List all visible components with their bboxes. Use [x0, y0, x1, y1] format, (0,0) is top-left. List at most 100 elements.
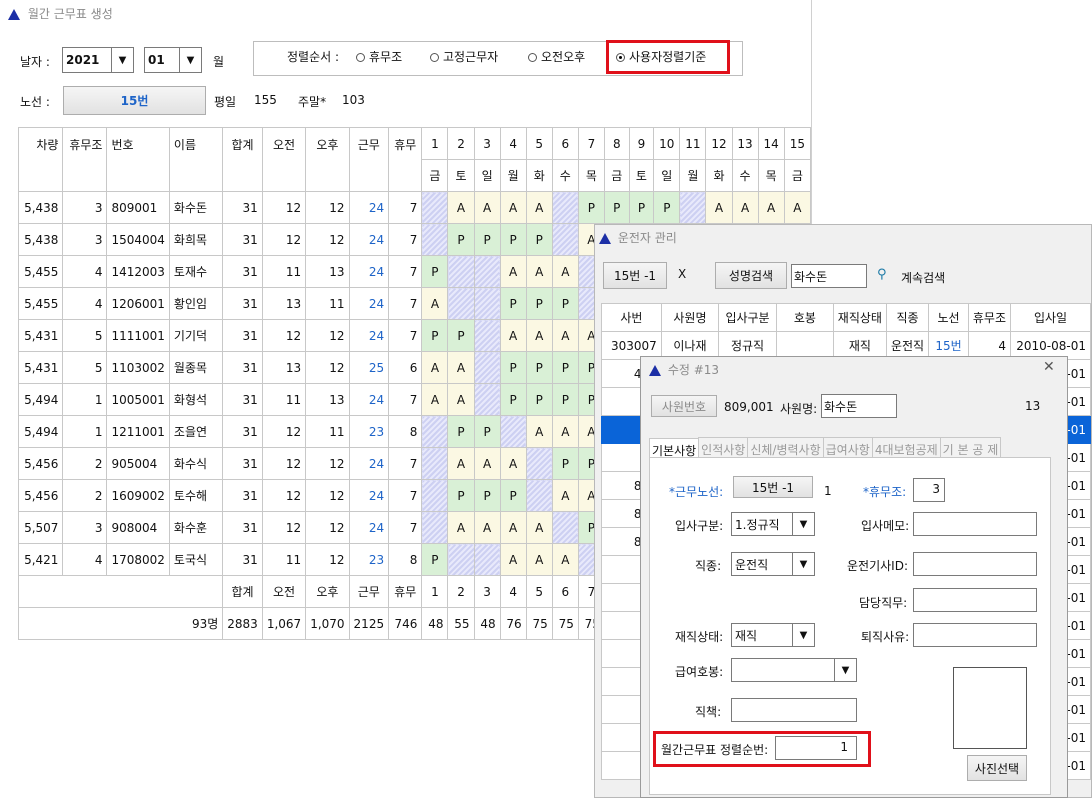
day-am-cell[interactable]: A — [473, 447, 501, 480]
day-pm-cell[interactable]: P — [628, 191, 655, 224]
day-off-cell[interactable] — [499, 415, 527, 448]
day-pm-cell[interactable]: P — [421, 543, 449, 576]
day-off-cell[interactable] — [421, 415, 449, 448]
day-am-cell[interactable]: A — [473, 511, 501, 544]
day-pm-cell[interactable]: P — [421, 255, 449, 288]
day-am-cell[interactable]: A — [421, 351, 449, 384]
employee-name-input[interactable]: 화수돈 — [821, 394, 897, 418]
select-photo-button[interactable]: 사진선택 — [967, 755, 1027, 781]
day-off-cell[interactable] — [679, 191, 707, 224]
day-am-cell[interactable]: A — [551, 543, 579, 576]
day-am-cell[interactable]: A — [499, 511, 527, 544]
day-pm-cell[interactable]: P — [447, 223, 475, 256]
day-off-cell[interactable] — [447, 543, 475, 576]
clear-route-button[interactable]: X — [678, 267, 686, 281]
day-am-cell[interactable]: A — [525, 255, 553, 288]
day-pm-cell[interactable]: P — [499, 287, 527, 320]
driver-route-button[interactable]: 15번 -1 — [603, 262, 667, 289]
day-am-cell[interactable]: A — [551, 479, 579, 512]
chevron-down-icon[interactable]: ▼ — [792, 624, 814, 646]
chevron-down-icon[interactable]: ▼ — [834, 659, 856, 681]
day-off-cell[interactable] — [421, 511, 449, 544]
day-am-cell[interactable]: A — [447, 191, 475, 224]
rest-group-input[interactable]: 3 — [913, 478, 945, 502]
job-select[interactable]: 운전직 ▼ — [731, 552, 815, 576]
day-pm-cell[interactable]: P — [473, 415, 501, 448]
chevron-down-icon[interactable]: ▼ — [111, 48, 133, 72]
day-pm-cell[interactable]: P — [499, 383, 527, 416]
sort-option-fixed[interactable]: 고정근무자 — [430, 48, 498, 65]
day-off-cell[interactable] — [473, 255, 501, 288]
driver-id-input[interactable] — [913, 552, 1037, 576]
close-icon[interactable]: ✕ — [1043, 359, 1055, 375]
hire-type-select[interactable]: 1.정규직 ▼ — [731, 512, 815, 536]
sort-option-rest-group[interactable]: 휴무조 — [356, 48, 402, 65]
day-am-cell[interactable]: A — [525, 543, 553, 576]
day-off-cell[interactable] — [421, 479, 449, 512]
day-am-cell[interactable]: A — [525, 511, 553, 544]
sort-option-user[interactable]: 사용자정렬기준 — [616, 48, 706, 65]
route-button[interactable]: 15번 — [63, 86, 206, 115]
day-off-cell[interactable] — [473, 287, 501, 320]
day-am-cell[interactable]: A — [447, 351, 475, 384]
day-pm-cell[interactable]: P — [525, 383, 553, 416]
day-am-cell[interactable]: A — [757, 191, 785, 224]
day-am-cell[interactable]: A — [783, 191, 812, 224]
day-am-cell[interactable]: A — [551, 319, 579, 352]
day-am-cell[interactable]: A — [551, 255, 579, 288]
day-am-cell[interactable]: A — [473, 191, 501, 224]
day-pm-cell[interactable]: P — [577, 191, 605, 224]
day-off-cell[interactable] — [447, 287, 475, 320]
day-pm-cell[interactable]: P — [447, 479, 475, 512]
day-off-cell[interactable] — [447, 255, 475, 288]
year-select[interactable]: 2021 ▼ — [62, 47, 134, 73]
radio-icon[interactable] — [528, 53, 537, 62]
day-pm-cell[interactable]: P — [525, 351, 553, 384]
day-pm-cell[interactable]: P — [603, 191, 630, 224]
day-pm-cell[interactable]: P — [551, 351, 579, 384]
chevron-down-icon[interactable]: ▼ — [792, 553, 814, 575]
radio-selected-icon[interactable] — [616, 53, 625, 62]
day-pm-cell[interactable]: P — [447, 319, 475, 352]
radio-icon[interactable] — [356, 53, 365, 62]
day-am-cell[interactable]: A — [447, 383, 475, 416]
day-am-cell[interactable]: A — [705, 191, 733, 224]
day-am-cell[interactable]: A — [525, 191, 553, 224]
day-pm-cell[interactable]: P — [499, 479, 527, 512]
sort-option-ampm[interactable]: 오전오후 — [528, 48, 585, 65]
day-pm-cell[interactable]: P — [551, 287, 579, 320]
work-route-button[interactable]: 15번 -1 — [733, 476, 813, 498]
hire-memo-input[interactable] — [913, 512, 1037, 536]
radio-icon[interactable] — [430, 53, 439, 62]
chevron-down-icon[interactable]: ▼ — [792, 513, 814, 535]
day-off-cell[interactable] — [473, 383, 501, 416]
day-off-cell[interactable] — [421, 447, 449, 480]
day-pm-cell[interactable]: P — [473, 479, 501, 512]
day-pm-cell[interactable]: P — [499, 223, 527, 256]
day-pm-cell[interactable]: P — [473, 223, 501, 256]
employee-number-button[interactable]: 사원번호 — [651, 395, 717, 417]
table-row[interactable]: 5,438 3 809001 화수돈 31 12 12 24 7 A A A A P P P P A A A A — [17, 191, 812, 224]
day-pm-cell[interactable]: P — [525, 287, 553, 320]
day-off-cell[interactable] — [551, 191, 579, 224]
day-am-cell[interactable]: A — [525, 319, 553, 352]
day-pm-cell[interactable]: P — [653, 191, 681, 224]
day-pm-cell[interactable]: P — [447, 415, 475, 448]
day-pm-cell[interactable]: P — [551, 383, 579, 416]
day-am-cell[interactable]: A — [499, 447, 527, 480]
position-input[interactable] — [731, 698, 857, 722]
day-am-cell[interactable]: A — [551, 415, 579, 448]
day-am-cell[interactable]: A — [499, 543, 527, 576]
day-off-cell[interactable] — [421, 223, 449, 256]
day-am-cell[interactable]: A — [499, 319, 527, 352]
duty-input[interactable] — [913, 588, 1037, 612]
search-continue-icon[interactable]: ⚲ — [877, 267, 887, 282]
day-am-cell[interactable]: A — [447, 447, 475, 480]
day-off-cell[interactable] — [473, 543, 501, 576]
month-select[interactable]: 01 ▼ — [144, 47, 202, 73]
day-pm-cell[interactable]: P — [499, 351, 527, 384]
pay-step-select[interactable]: ▼ — [731, 658, 857, 682]
day-am-cell[interactable]: A — [447, 511, 475, 544]
day-off-cell[interactable] — [473, 319, 501, 352]
day-am-cell[interactable]: A — [499, 191, 527, 224]
